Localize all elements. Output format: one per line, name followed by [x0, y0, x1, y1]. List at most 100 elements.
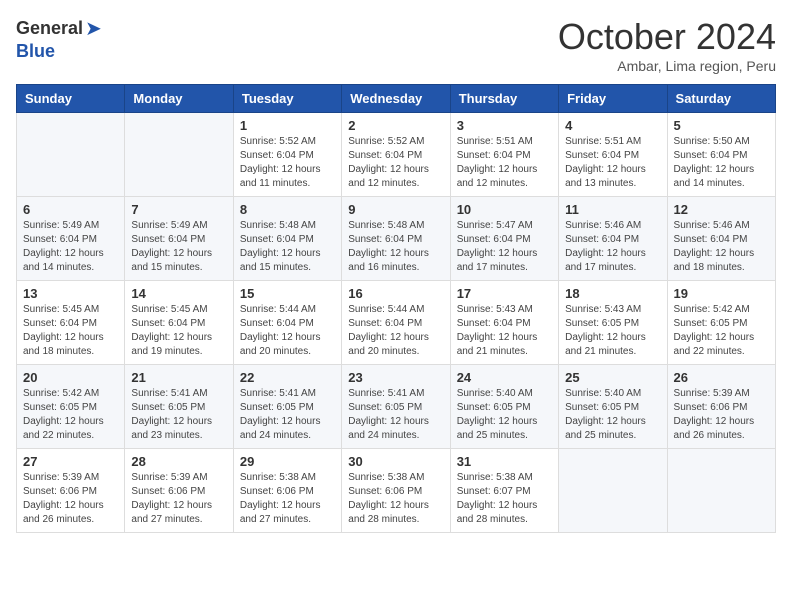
- calendar-day-cell: 7 Sunrise: 5:49 AM Sunset: 6:04 PM Daylig…: [125, 197, 233, 281]
- calendar-day-cell: 4 Sunrise: 5:51 AM Sunset: 6:04 PM Daylig…: [559, 113, 667, 197]
- day-of-week-header: Sunday: [17, 85, 125, 113]
- day-info: Sunrise: 5:49 AM Sunset: 6:04 PM Dayligh…: [131, 219, 226, 275]
- day-info: Sunrise: 5:48 AM Sunset: 6:04 PM Dayligh…: [348, 219, 443, 275]
- calendar-day-cell: 18 Sunrise: 5:43 AM Sunset: 6:05 PM Dayli…: [559, 281, 667, 365]
- day-number: 9: [348, 202, 443, 217]
- day-info: Sunrise: 5:48 AM Sunset: 6:04 PM Dayligh…: [240, 219, 335, 275]
- day-of-week-header: Thursday: [450, 85, 558, 113]
- day-info: Sunrise: 5:41 AM Sunset: 6:05 PM Dayligh…: [240, 387, 335, 443]
- calendar-day-cell: 23Sunrise: 5:41 AM Sunset: 6:05 PM Dayli…: [342, 365, 450, 449]
- day-number: 20: [23, 370, 118, 385]
- day-info: Sunrise: 5:44 AM Sunset: 6:04 PM Dayligh…: [348, 303, 443, 359]
- day-number: 31: [457, 454, 552, 469]
- calendar-week-row: 13Sunrise: 5:45 AM Sunset: 6:04 PM Dayli…: [17, 281, 776, 365]
- calendar-day-cell: 21 Sunrise: 5:41 AM Sunset: 6:05 PM Dayli…: [125, 365, 233, 449]
- day-of-week-header: Saturday: [667, 85, 775, 113]
- location-subtitle: Ambar, Lima region, Peru: [558, 58, 776, 74]
- page-header: General ➤ Blue October 2024 Ambar, Lima …: [16, 16, 776, 74]
- day-info: Sunrise: 5:41 AM Sunset: 6:05 PM Dayligh…: [348, 387, 443, 443]
- day-number: 10: [457, 202, 552, 217]
- calendar-week-row: 27 Sunrise: 5:39 AM Sunset: 6:06 PM Dayli…: [17, 449, 776, 533]
- calendar-day-cell: 19Sunrise: 5:42 AM Sunset: 6:05 PM Dayli…: [667, 281, 775, 365]
- day-number: 7: [131, 202, 226, 217]
- day-info: Sunrise: 5:52 AM Sunset: 6:04 PM Dayligh…: [240, 135, 335, 191]
- calendar-week-row: 6 Sunrise: 5:49 AM Sunset: 6:04 PM Daylig…: [17, 197, 776, 281]
- calendar-day-cell: [559, 449, 667, 533]
- day-info: Sunrise: 5:45 AM Sunset: 6:04 PM Dayligh…: [23, 303, 118, 359]
- day-number: 11: [565, 202, 660, 217]
- day-number: 26: [674, 370, 769, 385]
- logo: General ➤ Blue: [16, 16, 102, 62]
- day-number: 16: [348, 286, 443, 301]
- calendar-day-cell: [667, 449, 775, 533]
- calendar-day-cell: 14Sunrise: 5:45 AM Sunset: 6:04 PM Dayli…: [125, 281, 233, 365]
- calendar-week-row: 1 Sunrise: 5:52 AM Sunset: 6:04 PM Daylig…: [17, 113, 776, 197]
- day-number: 17: [457, 286, 552, 301]
- day-number: 2: [348, 118, 443, 133]
- day-of-week-header: Wednesday: [342, 85, 450, 113]
- calendar-table: SundayMondayTuesdayWednesdayThursdayFrid…: [16, 84, 776, 533]
- calendar-day-cell: 9 Sunrise: 5:48 AM Sunset: 6:04 PM Daylig…: [342, 197, 450, 281]
- day-of-week-header: Tuesday: [233, 85, 341, 113]
- day-info: Sunrise: 5:42 AM Sunset: 6:05 PM Dayligh…: [674, 303, 769, 359]
- day-number: 21: [131, 370, 226, 385]
- calendar-day-cell: 11 Sunrise: 5:46 AM Sunset: 6:04 PM Dayli…: [559, 197, 667, 281]
- calendar-day-cell: 13Sunrise: 5:45 AM Sunset: 6:04 PM Dayli…: [17, 281, 125, 365]
- day-info: Sunrise: 5:43 AM Sunset: 6:04 PM Dayligh…: [457, 303, 552, 359]
- day-of-week-header: Friday: [559, 85, 667, 113]
- day-info: Sunrise: 5:38 AM Sunset: 6:06 PM Dayligh…: [348, 471, 443, 527]
- day-info: Sunrise: 5:41 AM Sunset: 6:05 PM Dayligh…: [131, 387, 226, 443]
- calendar-day-cell: 29Sunrise: 5:38 AM Sunset: 6:06 PM Dayli…: [233, 449, 341, 533]
- day-info: Sunrise: 5:40 AM Sunset: 6:05 PM Dayligh…: [457, 387, 552, 443]
- day-info: Sunrise: 5:51 AM Sunset: 6:04 PM Dayligh…: [565, 135, 660, 191]
- calendar-day-cell: [125, 113, 233, 197]
- calendar-day-cell: 16 Sunrise: 5:44 AM Sunset: 6:04 PM Dayli…: [342, 281, 450, 365]
- day-info: Sunrise: 5:39 AM Sunset: 6:06 PM Dayligh…: [131, 471, 226, 527]
- day-info: Sunrise: 5:40 AM Sunset: 6:05 PM Dayligh…: [565, 387, 660, 443]
- calendar-day-cell: 25 Sunrise: 5:40 AM Sunset: 6:05 PM Dayli…: [559, 365, 667, 449]
- day-number: 8: [240, 202, 335, 217]
- day-number: 14: [131, 286, 226, 301]
- day-info: Sunrise: 5:49 AM Sunset: 6:04 PM Dayligh…: [23, 219, 118, 275]
- day-info: Sunrise: 5:44 AM Sunset: 6:04 PM Dayligh…: [240, 303, 335, 359]
- day-info: Sunrise: 5:50 AM Sunset: 6:04 PM Dayligh…: [674, 135, 769, 191]
- day-number: 15: [240, 286, 335, 301]
- logo-bird-icon: ➤: [85, 16, 102, 41]
- day-number: 22: [240, 370, 335, 385]
- day-number: 6: [23, 202, 118, 217]
- day-info: Sunrise: 5:42 AM Sunset: 6:05 PM Dayligh…: [23, 387, 118, 443]
- calendar-day-cell: 17 Sunrise: 5:43 AM Sunset: 6:04 PM Dayli…: [450, 281, 558, 365]
- day-number: 29: [240, 454, 335, 469]
- month-title: October 2024: [558, 16, 776, 58]
- day-number: 3: [457, 118, 552, 133]
- calendar-day-cell: 3Sunrise: 5:51 AM Sunset: 6:04 PM Daylig…: [450, 113, 558, 197]
- calendar-header-row: SundayMondayTuesdayWednesdayThursdayFrid…: [17, 85, 776, 113]
- day-number: 27: [23, 454, 118, 469]
- day-number: 18: [565, 286, 660, 301]
- calendar-day-cell: 31 Sunrise: 5:38 AM Sunset: 6:07 PM Dayli…: [450, 449, 558, 533]
- calendar-day-cell: 2Sunrise: 5:52 AM Sunset: 6:04 PM Daylig…: [342, 113, 450, 197]
- day-info: Sunrise: 5:39 AM Sunset: 6:06 PM Dayligh…: [674, 387, 769, 443]
- calendar-day-cell: 5 Sunrise: 5:50 AM Sunset: 6:04 PM Daylig…: [667, 113, 775, 197]
- day-info: Sunrise: 5:39 AM Sunset: 6:06 PM Dayligh…: [23, 471, 118, 527]
- calendar-day-cell: 24Sunrise: 5:40 AM Sunset: 6:05 PM Dayli…: [450, 365, 558, 449]
- calendar-day-cell: 27 Sunrise: 5:39 AM Sunset: 6:06 PM Dayli…: [17, 449, 125, 533]
- calendar-day-cell: 15 Sunrise: 5:44 AM Sunset: 6:04 PM Dayli…: [233, 281, 341, 365]
- logo-general-text: General: [16, 18, 83, 39]
- day-number: 25: [565, 370, 660, 385]
- calendar-day-cell: 22 Sunrise: 5:41 AM Sunset: 6:05 PM Dayli…: [233, 365, 341, 449]
- day-number: 1: [240, 118, 335, 133]
- day-info: Sunrise: 5:38 AM Sunset: 6:07 PM Dayligh…: [457, 471, 552, 527]
- calendar-day-cell: 28Sunrise: 5:39 AM Sunset: 6:06 PM Dayli…: [125, 449, 233, 533]
- day-info: Sunrise: 5:46 AM Sunset: 6:04 PM Dayligh…: [674, 219, 769, 275]
- calendar-day-cell: 26 Sunrise: 5:39 AM Sunset: 6:06 PM Dayli…: [667, 365, 775, 449]
- calendar-day-cell: [17, 113, 125, 197]
- day-number: 5: [674, 118, 769, 133]
- logo-blue-text: Blue: [16, 41, 55, 62]
- day-of-week-header: Monday: [125, 85, 233, 113]
- calendar-day-cell: 30Sunrise: 5:38 AM Sunset: 6:06 PM Dayli…: [342, 449, 450, 533]
- day-info: Sunrise: 5:43 AM Sunset: 6:05 PM Dayligh…: [565, 303, 660, 359]
- calendar-day-cell: 12Sunrise: 5:46 AM Sunset: 6:04 PM Dayli…: [667, 197, 775, 281]
- day-number: 4: [565, 118, 660, 133]
- day-info: Sunrise: 5:46 AM Sunset: 6:04 PM Dayligh…: [565, 219, 660, 275]
